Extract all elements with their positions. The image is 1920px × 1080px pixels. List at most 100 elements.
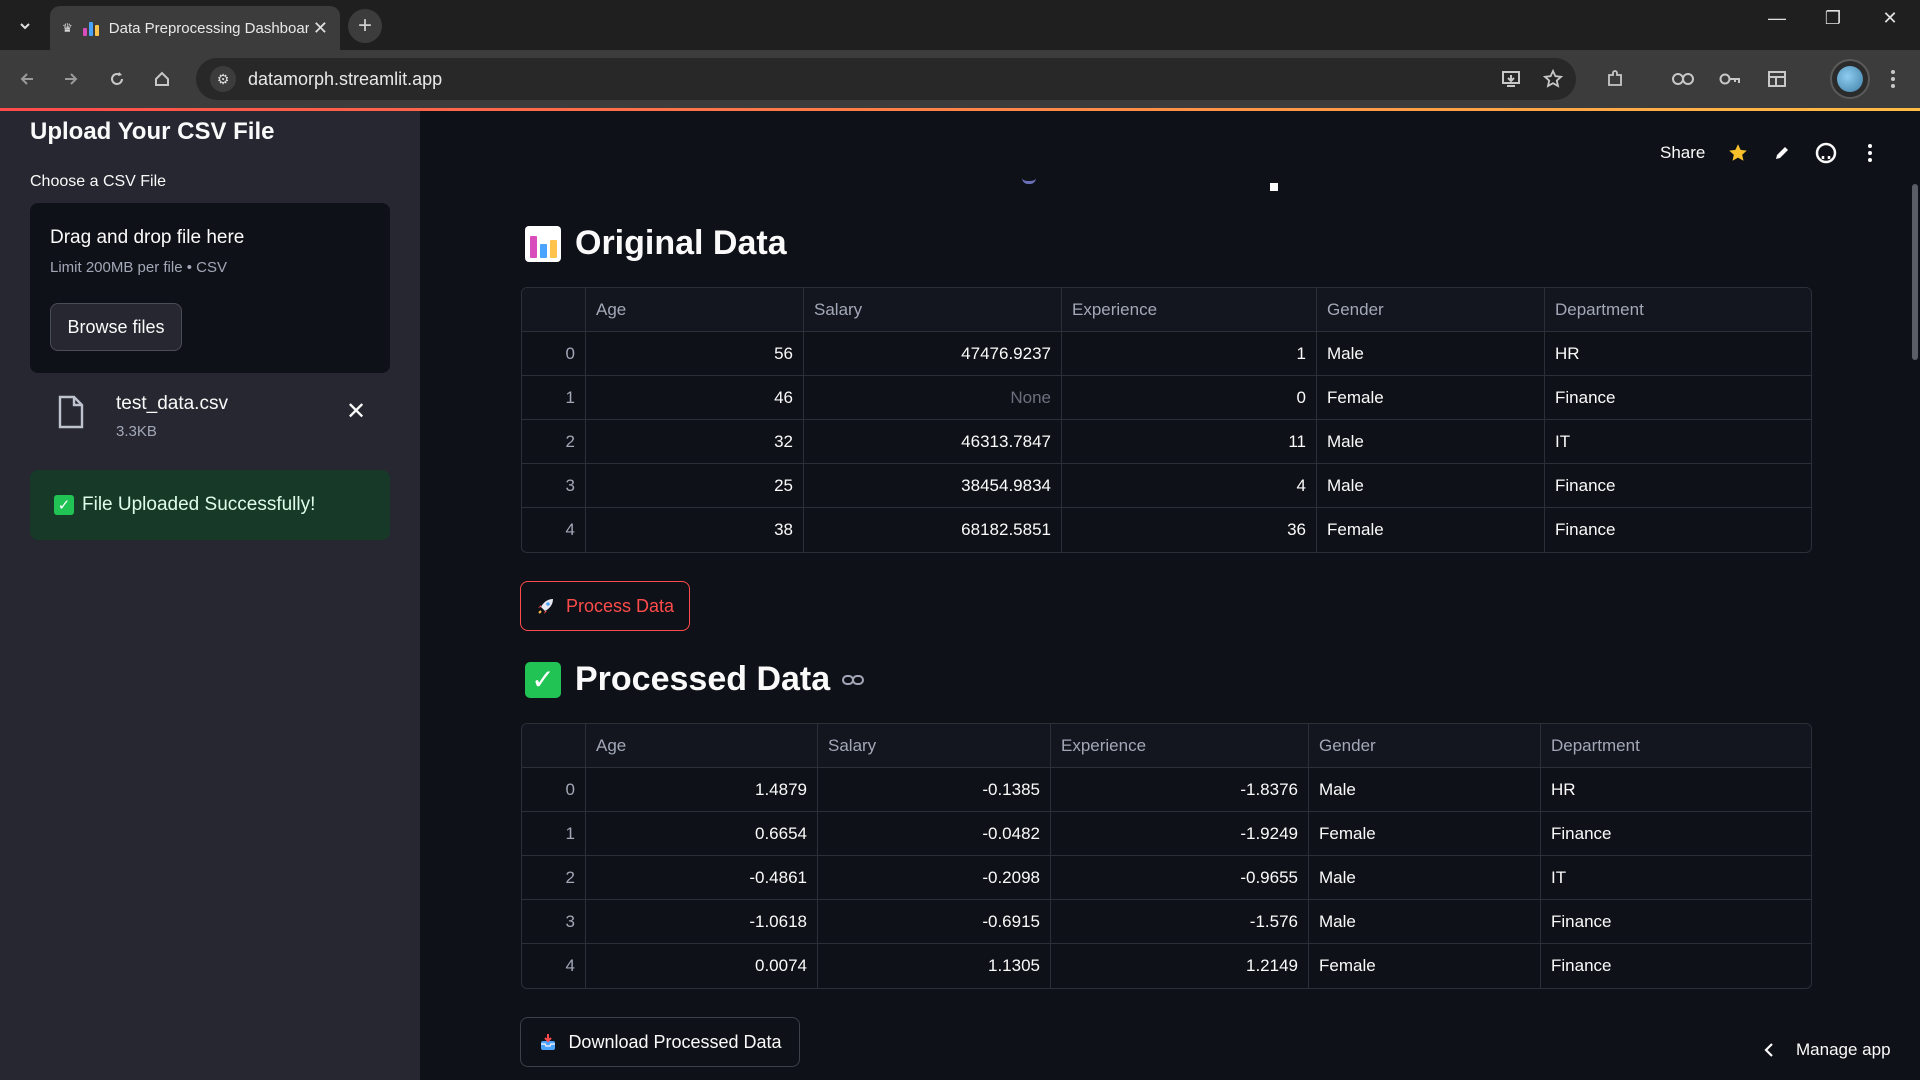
- column-header[interactable]: Gender: [1309, 724, 1541, 768]
- column-header[interactable]: Experience: [1062, 288, 1317, 332]
- cell-age[interactable]: 46: [586, 376, 804, 420]
- cell-gender[interactable]: Male: [1309, 856, 1541, 900]
- cell-department[interactable]: Finance: [1545, 376, 1811, 420]
- profile-avatar[interactable]: [1830, 59, 1870, 99]
- address-bar[interactable]: ⚙ datamorph.streamlit.app: [196, 58, 1576, 100]
- cell-experience[interactable]: 4: [1062, 464, 1317, 508]
- back-icon[interactable]: [12, 64, 42, 94]
- github-icon[interactable]: [1815, 142, 1837, 164]
- site-info-icon[interactable]: ⚙: [210, 66, 236, 92]
- cell-department[interactable]: Finance: [1541, 944, 1811, 988]
- cell-department[interactable]: Finance: [1545, 508, 1811, 552]
- restore-button[interactable]: ❐: [1813, 8, 1853, 29]
- table-header-row: Age Salary Experience Gender Department: [522, 724, 1811, 768]
- cell-gender[interactable]: Female: [1317, 508, 1545, 552]
- column-header[interactable]: Experience: [1051, 724, 1309, 768]
- process-data-label: Process Data: [565, 595, 675, 616]
- cell-salary[interactable]: 47476.9237: [804, 332, 1062, 376]
- forward-icon[interactable]: [56, 64, 86, 94]
- minimize-button[interactable]: —: [1757, 8, 1797, 29]
- cell-age[interactable]: 1.4879: [586, 768, 818, 812]
- cell-salary[interactable]: 38454.9834: [804, 464, 1062, 508]
- cell-department[interactable]: Finance: [1541, 900, 1811, 944]
- share-button[interactable]: Share: [1660, 143, 1705, 163]
- close-tab-icon[interactable]: ✕: [313, 18, 328, 39]
- cell-salary[interactable]: -0.0482: [818, 812, 1051, 856]
- link-icon[interactable]: [1668, 64, 1698, 94]
- column-header[interactable]: Department: [1541, 724, 1811, 768]
- cell-experience[interactable]: -1.9249: [1051, 812, 1309, 856]
- remove-file-icon[interactable]: ✕: [346, 397, 366, 426]
- app-menu-icon[interactable]: [1859, 142, 1881, 164]
- cell-experience[interactable]: 1: [1062, 332, 1317, 376]
- cell-salary[interactable]: 1.1305: [818, 944, 1051, 988]
- cell-salary[interactable]: 68182.5851: [804, 508, 1062, 552]
- sidebar-title: Upload Your CSV File: [30, 118, 275, 145]
- side-panel-icon[interactable]: [1762, 64, 1792, 94]
- row-index: 4: [522, 944, 586, 988]
- cell-experience[interactable]: 1.2149: [1051, 944, 1309, 988]
- cell-department[interactable]: IT: [1541, 856, 1811, 900]
- cell-gender[interactable]: Male: [1317, 464, 1545, 508]
- main-scrollbar[interactable]: [1912, 184, 1918, 360]
- new-tab-button[interactable]: +: [348, 9, 382, 43]
- column-header[interactable]: Salary: [818, 724, 1051, 768]
- cell-experience[interactable]: 11: [1062, 420, 1317, 464]
- bookmark-star-icon[interactable]: [1538, 64, 1568, 94]
- cell-gender[interactable]: Female: [1317, 376, 1545, 420]
- column-header[interactable]: Gender: [1317, 288, 1545, 332]
- cell-department[interactable]: Finance: [1541, 812, 1811, 856]
- inbox-tray-icon: [538, 1032, 558, 1052]
- column-header[interactable]: Age: [586, 724, 818, 768]
- cell-gender[interactable]: Male: [1317, 332, 1545, 376]
- cell-gender[interactable]: Female: [1309, 812, 1541, 856]
- cell-gender[interactable]: Male: [1309, 768, 1541, 812]
- process-data-button[interactable]: Process Data: [520, 581, 690, 631]
- reload-icon[interactable]: [102, 64, 132, 94]
- cell-experience[interactable]: 0: [1062, 376, 1317, 420]
- browse-files-button[interactable]: Browse files: [50, 303, 182, 351]
- cell-age[interactable]: 0.6654: [586, 812, 818, 856]
- cell-age[interactable]: -1.0618: [586, 900, 818, 944]
- browser-menu-icon[interactable]: [1878, 64, 1908, 94]
- column-header[interactable]: Age: [586, 288, 804, 332]
- cell-age[interactable]: 38: [586, 508, 804, 552]
- column-header[interactable]: Department: [1545, 288, 1811, 332]
- cell-salary[interactable]: -0.2098: [818, 856, 1051, 900]
- cell-experience[interactable]: 36: [1062, 508, 1317, 552]
- favorite-star-icon[interactable]: [1727, 142, 1749, 164]
- cell-salary[interactable]: -0.6915: [818, 900, 1051, 944]
- tab-search-button[interactable]: [8, 9, 42, 43]
- cell-gender[interactable]: Male: [1309, 900, 1541, 944]
- anchor-link-icon[interactable]: [842, 673, 865, 687]
- edit-pencil-icon[interactable]: [1771, 142, 1793, 164]
- download-processed-data-button[interactable]: Download Processed Data: [520, 1017, 800, 1067]
- cell-age[interactable]: 0.0074: [586, 944, 818, 988]
- cell-department[interactable]: Finance: [1545, 464, 1811, 508]
- cell-experience[interactable]: -1.576: [1051, 900, 1309, 944]
- cell-department[interactable]: HR: [1545, 332, 1811, 376]
- cell-salary[interactable]: 46313.7847: [804, 420, 1062, 464]
- cell-salary[interactable]: None: [804, 376, 1062, 420]
- cell-age[interactable]: 25: [586, 464, 804, 508]
- close-window-button[interactable]: ✕: [1870, 8, 1910, 29]
- install-app-icon[interactable]: [1496, 64, 1526, 94]
- cell-department[interactable]: HR: [1541, 768, 1811, 812]
- file-dropzone[interactable]: Drag and drop file here Limit 200MB per …: [30, 203, 390, 373]
- cell-age[interactable]: 32: [586, 420, 804, 464]
- cell-experience[interactable]: -1.8376: [1051, 768, 1309, 812]
- cell-department[interactable]: IT: [1545, 420, 1811, 464]
- check-mark-icon: ✓: [54, 495, 74, 515]
- cell-age[interactable]: 56: [586, 332, 804, 376]
- cell-gender[interactable]: Female: [1309, 944, 1541, 988]
- cell-age[interactable]: -0.4861: [586, 856, 818, 900]
- browser-tab[interactable]: ♛ Data Preprocessing Dashboard ✕: [50, 6, 340, 50]
- column-header[interactable]: Salary: [804, 288, 1062, 332]
- cell-gender[interactable]: Male: [1317, 420, 1545, 464]
- cell-salary[interactable]: -0.1385: [818, 768, 1051, 812]
- extensions-icon[interactable]: [1600, 64, 1630, 94]
- cell-experience[interactable]: -0.9655: [1051, 856, 1309, 900]
- password-key-icon[interactable]: [1715, 64, 1745, 94]
- home-icon[interactable]: [147, 64, 177, 94]
- manage-app-button[interactable]: Manage app: [1764, 1040, 1891, 1060]
